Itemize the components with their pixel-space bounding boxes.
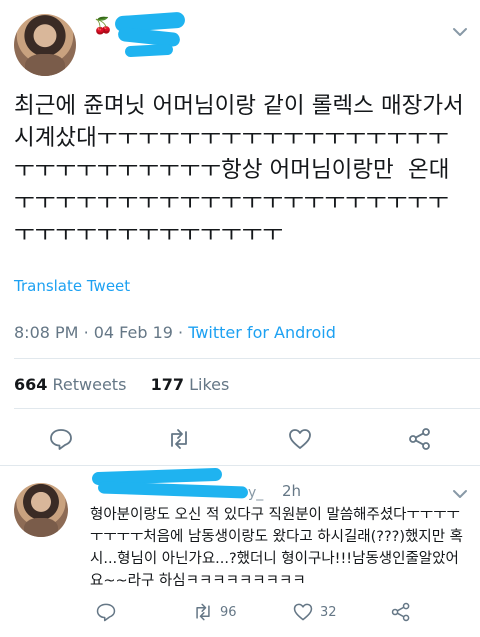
reply-text: 형아분이랑도 오신 적 있다구 직원분이 말씀해주셨다ㅜㅜㅜㅜㅜㅜㅜㅜ처음에 남… bbox=[90, 507, 463, 589]
chevron-down-icon[interactable] bbox=[450, 484, 470, 504]
heart-icon[interactable] bbox=[292, 601, 314, 623]
reply-timestamp: 2h bbox=[282, 482, 302, 500]
chevron-down-icon[interactable] bbox=[450, 22, 470, 42]
reply-icon[interactable] bbox=[48, 426, 74, 452]
tweet-time: 8:08 PM bbox=[14, 323, 79, 342]
divider bbox=[14, 358, 480, 359]
avatar[interactable] bbox=[14, 483, 68, 537]
divider bbox=[14, 408, 480, 409]
meta-separator: · bbox=[178, 323, 189, 342]
reply-retweets-count: 96 bbox=[220, 605, 237, 620]
retweet-icon[interactable] bbox=[166, 426, 192, 452]
likes-count: 177 bbox=[150, 375, 184, 394]
avatar[interactable] bbox=[14, 14, 76, 76]
retweets-count: 664 bbox=[14, 375, 48, 394]
tweet-date: 04 Feb 19 bbox=[93, 323, 173, 342]
tweet-meta: 8:08 PM · 04 Feb 19 · Twitter for Androi… bbox=[14, 323, 336, 342]
translate-tweet-link[interactable]: Translate Tweet bbox=[14, 277, 130, 295]
cherry-icon: 🍒 bbox=[93, 16, 113, 35]
share-icon[interactable] bbox=[407, 426, 433, 452]
likes-stat[interactable]: 177 Likes bbox=[151, 375, 230, 394]
reply-likes-count: 32 bbox=[320, 605, 337, 620]
share-icon[interactable] bbox=[390, 601, 412, 623]
reply-icon[interactable] bbox=[95, 601, 117, 623]
retweets-stat[interactable]: 664 Retweets bbox=[14, 375, 126, 394]
meta-separator: · bbox=[83, 323, 94, 342]
tweet-text: 최근에 쥰며닛 어머님이랑 같이 롤렉스 매장가서 시계샀대ㅜㅜㅜㅜㅜㅜㅜㅜㅜㅜ… bbox=[14, 93, 471, 247]
heart-icon[interactable] bbox=[287, 426, 313, 452]
redacted-handle-tail bbox=[124, 43, 174, 58]
reply-handle-fragment: y_ bbox=[248, 485, 264, 501]
tweet-source-link[interactable]: Twitter for Android bbox=[188, 323, 336, 342]
retweet-icon[interactable] bbox=[192, 601, 214, 623]
likes-label: Likes bbox=[189, 375, 230, 394]
redacted-reply-handle bbox=[97, 481, 249, 499]
tweet-stats: 664 Retweets 177 Likes bbox=[14, 375, 229, 394]
divider bbox=[0, 465, 480, 466]
retweets-label: Retweets bbox=[52, 375, 127, 394]
